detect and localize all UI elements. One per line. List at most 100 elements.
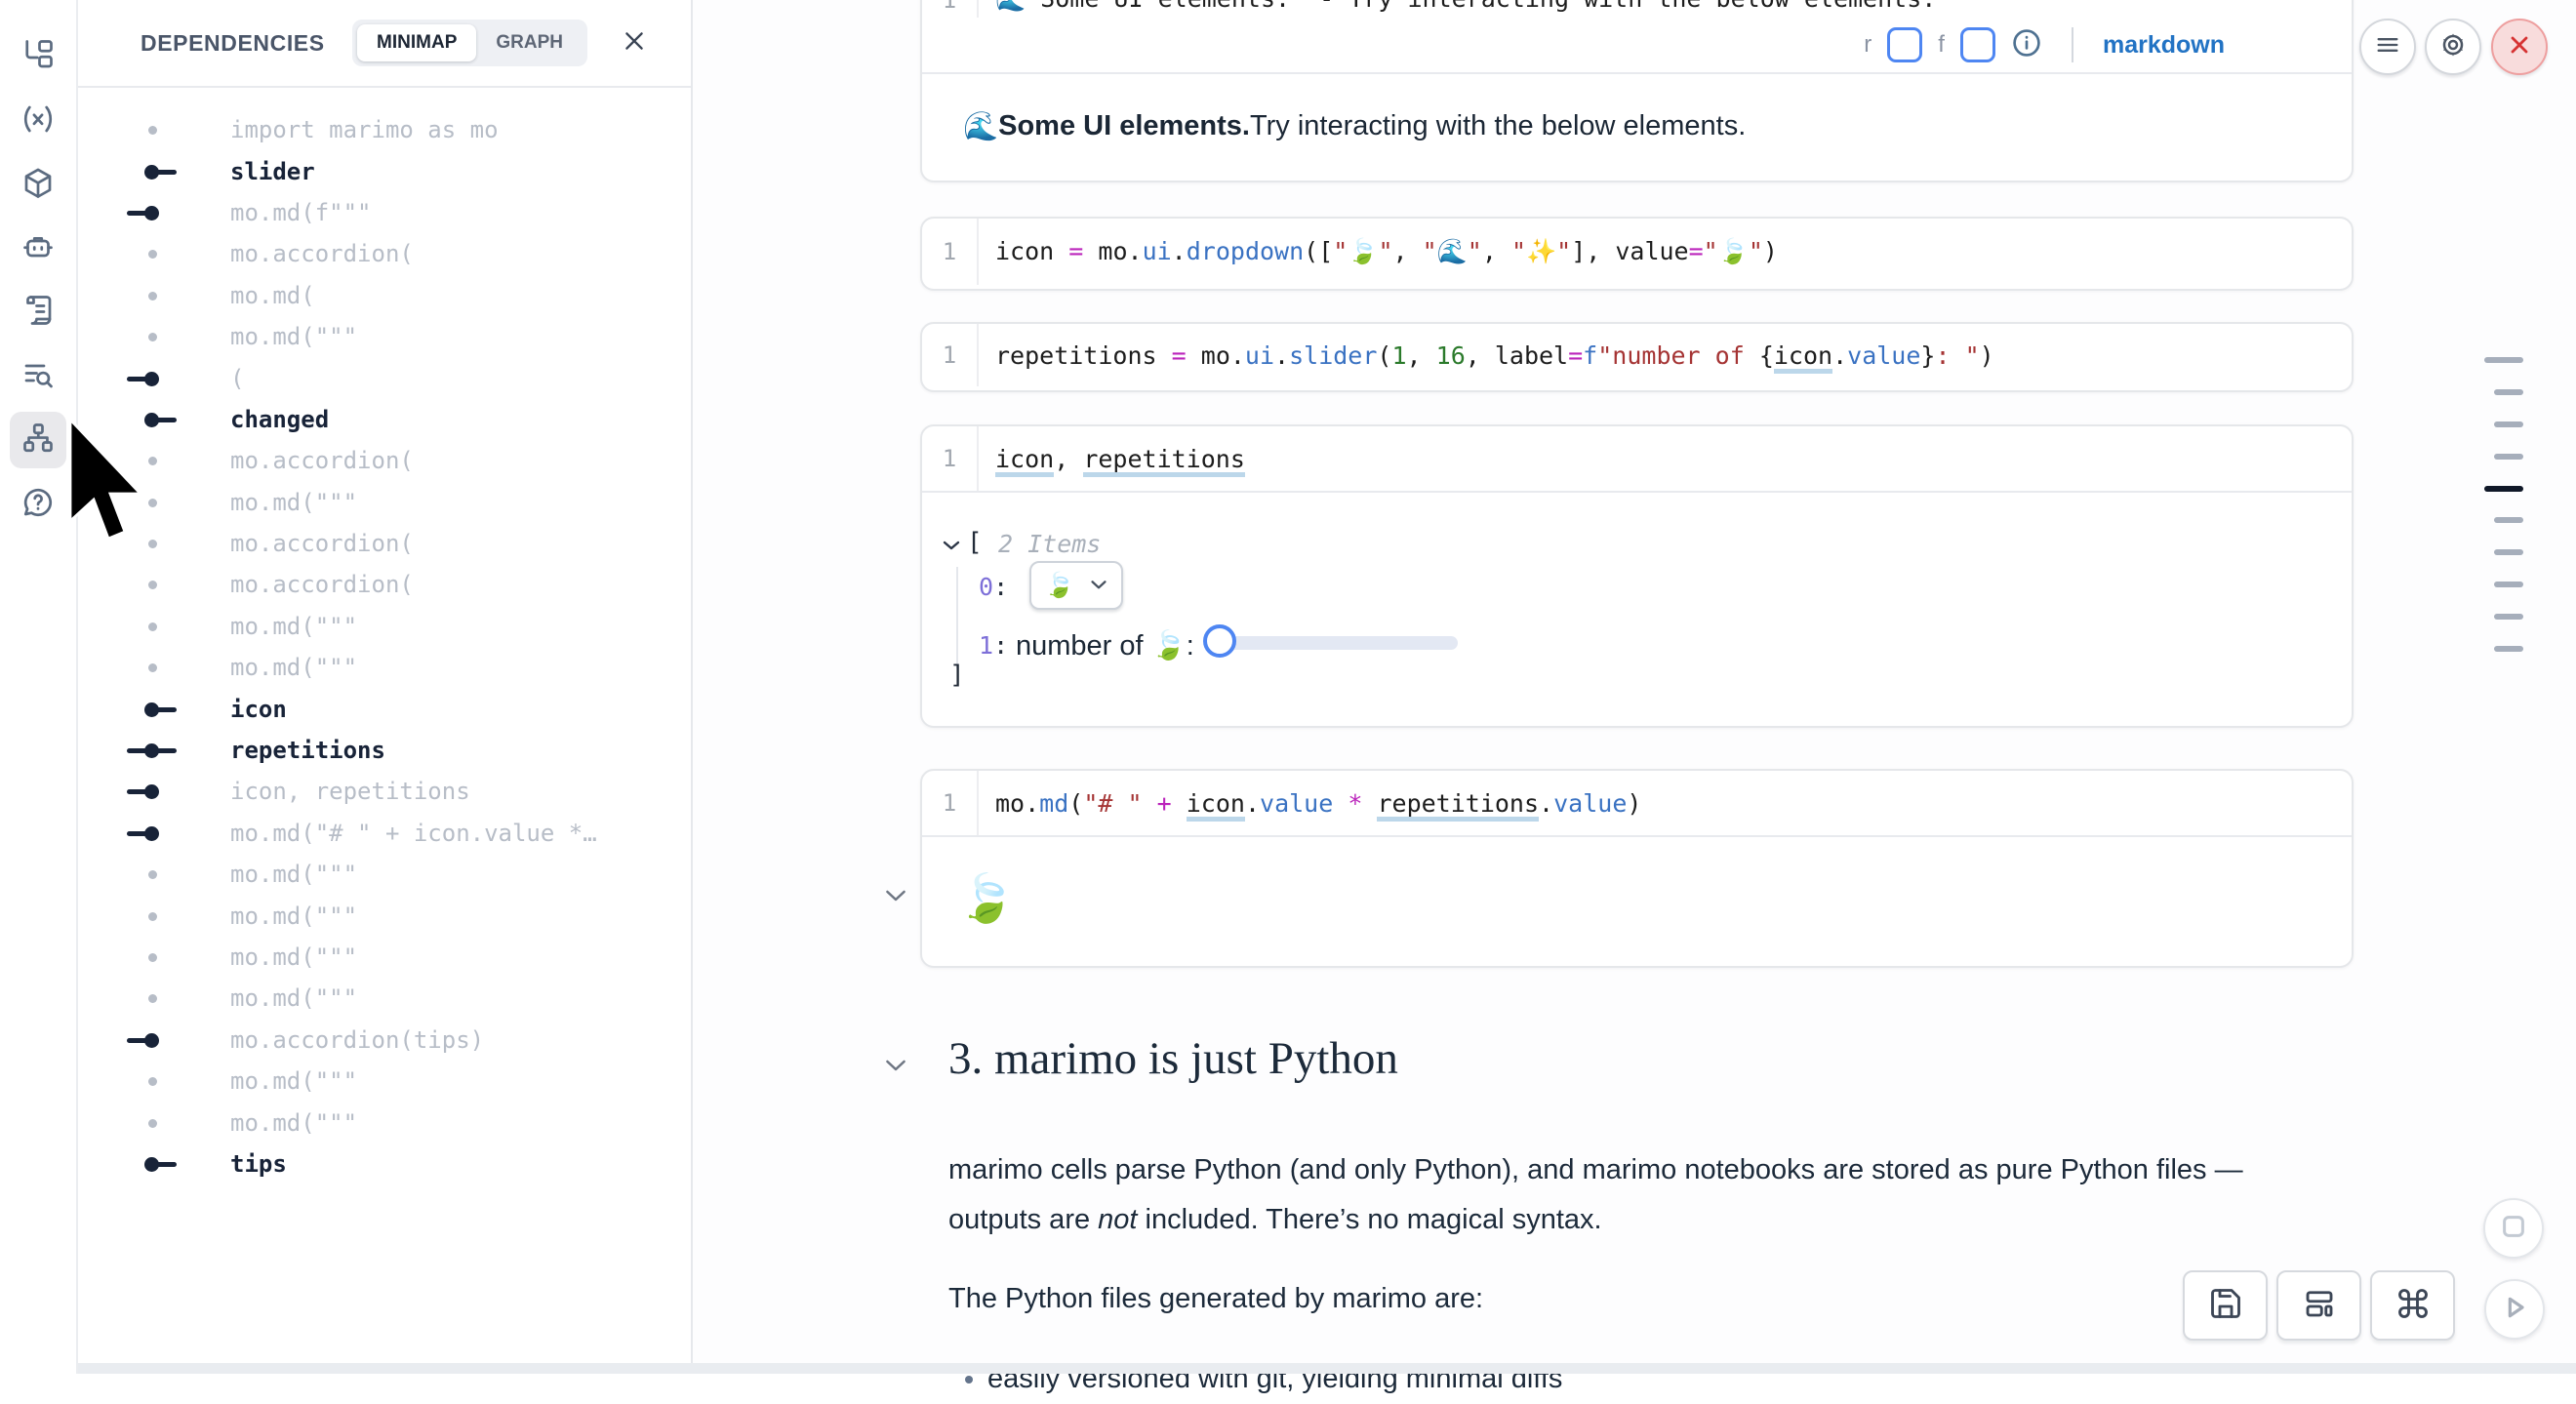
scrubber-line[interactable]	[2494, 517, 2523, 523]
minimap-item[interactable]: mo.md("""	[76, 606, 691, 647]
minimap-item[interactable]: mo.md("""	[76, 482, 691, 523]
minimap-item[interactable]: mo.md("""	[76, 647, 691, 688]
bracket-open: [	[967, 528, 983, 557]
tab-minimap[interactable]: MINIMAP	[357, 24, 476, 61]
code-token: icon	[1187, 789, 1245, 822]
def-marker	[131, 702, 176, 717]
minimap-item[interactable]: mo.accordion(tips)	[76, 1020, 691, 1061]
close-icon	[622, 28, 647, 59]
code-editor[interactable]: 1 mo.md("# " + icon.value * repetitions.…	[922, 771, 2352, 837]
minimap-item[interactable]: mo.accordion(	[76, 523, 691, 564]
settings-button[interactable]	[2425, 19, 2481, 75]
code-editor[interactable]: 1 🌊 Some UI elements. - Try interacting …	[922, 0, 2352, 18]
minimap-item[interactable]: mo.md("""	[76, 854, 691, 895]
tree-collapse-chevron[interactable]	[942, 538, 961, 556]
minimap-item[interactable]: mo.md("""	[76, 1102, 691, 1143]
robot-icon	[20, 229, 56, 269]
scrubber-line[interactable]	[2494, 421, 2523, 427]
minimap-item[interactable]: mo.md("""	[76, 978, 691, 1019]
code-token	[1172, 789, 1187, 818]
help-bubble-icon	[20, 485, 56, 525]
code-editor[interactable]: 1 repetitions = mo.ui.slider(1, 16, labe…	[922, 324, 2352, 386]
code-token: ,	[1054, 445, 1083, 473]
panel-close-button[interactable]	[617, 25, 652, 60]
app-layout-button[interactable]	[2276, 1270, 2361, 1341]
slider-knob[interactable]	[1203, 624, 1236, 658]
minimap-item[interactable]: mo.md("""	[76, 937, 691, 978]
code-token: .	[1245, 789, 1260, 818]
minimap-item[interactable]: mo.accordion(	[76, 440, 691, 481]
list-item: easily versioned with git, yielding mini…	[987, 1354, 1562, 1404]
both-marker	[131, 742, 176, 758]
minimap-item[interactable]: mo.md("""	[76, 1061, 691, 1102]
minimap-item[interactable]: mo.md(f"""	[76, 192, 691, 233]
code-token: .	[1832, 341, 1847, 370]
code-line: mo.md("# " + icon.value * repetitions.va…	[979, 789, 1641, 818]
mouse-cursor	[64, 418, 166, 553]
file-explorer-button[interactable]	[10, 28, 66, 85]
code-editor[interactable]: 1 icon = mo.ui.dropdown(["🍃", "🌊", "✨"],…	[922, 219, 2352, 285]
code-token: *	[1348, 789, 1362, 818]
scrubber-line[interactable]	[2494, 549, 2523, 555]
dropdown-widget[interactable]: 🍃	[1029, 561, 1123, 610]
minimap-item[interactable]: mo.md("""	[76, 316, 691, 357]
variables-button[interactable]	[10, 93, 66, 149]
line-number: 1	[922, 324, 979, 386]
notebook-menu-button[interactable]	[2359, 19, 2416, 75]
output-collapse-chevron[interactable]	[884, 888, 909, 907]
dot-marker	[131, 246, 176, 261]
info-icon[interactable]	[2011, 27, 2042, 63]
section-collapse-chevron[interactable]	[884, 1058, 909, 1077]
cell-slider: 1 repetitions = mo.ui.slider(1, 16, labe…	[920, 322, 2354, 392]
minimap-item[interactable]: import marimo as mo	[76, 109, 691, 150]
help-button[interactable]	[10, 476, 66, 533]
code-token: ,	[1482, 237, 1511, 265]
minimap-item[interactable]: tips	[76, 1143, 691, 1184]
minimap-item[interactable]: mo.md("# " + icon.value *…	[76, 813, 691, 854]
reactive-checkbox[interactable]	[1887, 27, 1922, 62]
minimap-item[interactable]: mo.md(	[76, 275, 691, 316]
layout-icon	[2302, 1286, 2337, 1326]
minimap-item-label: mo.accordion(	[230, 447, 414, 474]
minimap-item[interactable]: mo.accordion(	[76, 233, 691, 274]
markdown-cell-toolbar: r f markdown	[922, 18, 2352, 74]
reactive-toggle-label: r	[1864, 31, 1872, 59]
scrubber-line[interactable]	[2494, 389, 2523, 395]
save-button[interactable]	[2183, 1270, 2268, 1341]
minimap-item[interactable]: mo.md("""	[76, 895, 691, 936]
packages-button[interactable]	[10, 157, 66, 214]
variables-icon	[20, 101, 56, 141]
scrubber-line[interactable]	[2494, 646, 2523, 652]
minimap-item[interactable]: icon	[76, 688, 691, 729]
minimap-item[interactable]: slider	[76, 150, 691, 191]
format-toggle-label: f	[1938, 31, 1945, 59]
activity-bar	[0, 0, 78, 1374]
ai-assistant-button[interactable]	[10, 221, 66, 277]
snippets-button[interactable]	[10, 284, 66, 341]
format-checkbox[interactable]	[1960, 27, 1995, 62]
scrubber-line[interactable]	[2494, 614, 2523, 620]
minimap-item[interactable]: repetitions	[76, 730, 691, 771]
logs-search-button[interactable]	[10, 348, 66, 405]
minimap-item-label: repetitions	[230, 737, 385, 764]
minimap-item[interactable]: changed	[76, 399, 691, 440]
slider-track[interactable]	[1217, 636, 1458, 650]
scrubber-line[interactable]	[2494, 454, 2523, 460]
scroll-icon	[20, 293, 56, 333]
code-editor[interactable]: 1 icon, repetitions	[922, 426, 2352, 493]
shortcuts-button[interactable]	[2370, 1270, 2455, 1341]
minimap-item[interactable]: mo.accordion(	[76, 564, 691, 605]
code-token: ], value	[1571, 237, 1688, 265]
scrubber-line[interactable]	[2484, 357, 2523, 363]
markdown-mode-badge[interactable]: markdown	[2103, 31, 2225, 60]
scrubber-line[interactable]	[2484, 486, 2523, 492]
minimap-item-label: mo.accordion(	[230, 530, 414, 557]
minimap-item[interactable]: (	[76, 357, 691, 398]
use-marker	[131, 205, 176, 221]
minimap-item[interactable]: icon, repetitions	[76, 771, 691, 812]
use-marker	[131, 825, 176, 841]
scrubber-line[interactable]	[2494, 582, 2523, 587]
code-token: +	[1157, 789, 1172, 818]
dependencies-button[interactable]	[10, 412, 66, 468]
tab-graph[interactable]: GRAPH	[476, 24, 583, 61]
